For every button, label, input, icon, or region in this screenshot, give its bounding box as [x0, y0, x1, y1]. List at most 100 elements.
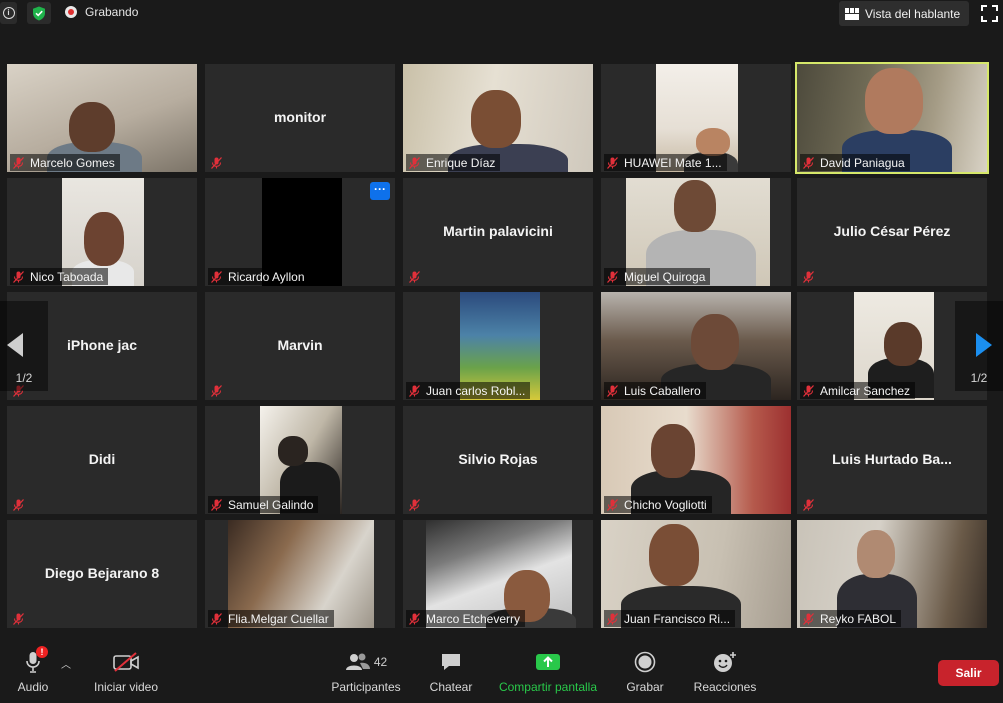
participant-name: Enrique Díaz [426, 155, 496, 170]
participant-name: HUAWEI Mate 1... [624, 155, 722, 170]
participant-tile[interactable]: Marco Etcheverry [403, 520, 593, 628]
participant-name-label: HUAWEI Mate 1... [604, 154, 727, 171]
meeting-info-button[interactable]: i [0, 2, 17, 24]
participant-tile[interactable]: Juan carlos Robl... [403, 292, 593, 400]
participant-tile[interactable]: HUAWEI Mate 1... [601, 64, 791, 172]
participant-name-center: Didi [88, 451, 116, 467]
participant-tile[interactable]: Marvin [205, 292, 395, 400]
participant-name: Miguel Quiroga [624, 269, 706, 284]
chevron-left-icon [7, 333, 23, 357]
audio-options-caret-icon[interactable]: ︿ [61, 656, 71, 671]
participant-tile[interactable]: Martin palavicini [403, 178, 593, 286]
participant-name: Marco Etcheverry [426, 611, 521, 626]
share-screen-button[interactable]: Compartir pantalla [498, 650, 598, 694]
start-video-button[interactable]: Iniciar video [92, 650, 160, 694]
participant-tile[interactable]: Juan Francisco Ri... [601, 520, 791, 628]
next-page-button[interactable]: 1/2 [955, 301, 1003, 391]
speaker-view-button[interactable]: Vista del hablante [839, 1, 969, 26]
participant-tile[interactable]: Reyko FABOL [797, 520, 987, 628]
fullscreen-icon[interactable] [981, 5, 998, 22]
view-layout-icon [845, 7, 859, 20]
participant-name-label [406, 268, 431, 285]
participant-tile[interactable]: Ricardo Ayllon ··· [205, 178, 395, 286]
participant-name-label [208, 382, 233, 399]
participant-name-label: Samuel Galindo [208, 496, 319, 513]
participant-tile[interactable]: Miguel Quiroga [601, 178, 791, 286]
participant-tile[interactable]: Silvio Rojas [403, 406, 593, 514]
participant-name-label: Nico Taboada [10, 268, 109, 285]
participant-tile[interactable]: Diego Bejarano 8 [7, 520, 197, 628]
participant-name-center: Julio César Pérez [833, 223, 951, 239]
chevron-right-icon [976, 333, 992, 357]
participant-name-label: Chicho Vogliotti [604, 496, 712, 513]
record-icon [634, 651, 656, 673]
recording-icon [65, 6, 77, 18]
participant-tile[interactable]: Enrique Díaz [403, 64, 593, 172]
muted-mic-icon [409, 498, 420, 511]
tile-more-options-button[interactable]: ··· [370, 182, 390, 200]
audio-button[interactable]: ! Audio [16, 646, 50, 694]
muted-mic-icon [211, 612, 222, 625]
participant-tile[interactable]: Chicho Vogliotti [601, 406, 791, 514]
muted-mic-icon [607, 156, 618, 169]
shield-icon [33, 6, 45, 20]
participant-name-label: Juan carlos Robl... [406, 382, 531, 399]
participant-name: Luis Caballero [624, 383, 701, 398]
muted-mic-icon [13, 498, 24, 511]
participants-button[interactable]: 42 Participantes [331, 650, 401, 694]
page-indicator-left: 1/2 [15, 371, 33, 385]
participant-tile[interactable]: Nico Taboada [7, 178, 197, 286]
previous-page-button[interactable]: 1/2 [0, 301, 48, 391]
participant-tile[interactable]: Marcelo Gomes [7, 64, 197, 172]
participant-tile[interactable]: Julio César Pérez [797, 178, 987, 286]
participant-tile[interactable]: David Paniagua [795, 62, 989, 174]
muted-mic-icon [803, 384, 814, 397]
muted-mic-icon [13, 156, 24, 169]
participant-name-label: Amilcar Sanchez [800, 382, 916, 399]
muted-mic-icon [211, 156, 222, 169]
participant-name-label: Luis Caballero [604, 382, 706, 399]
participant-name: Juan Francisco Ri... [624, 611, 731, 626]
record-button[interactable]: Grabar [626, 650, 664, 694]
leave-meeting-button[interactable]: Salir [938, 660, 999, 686]
participant-tile[interactable]: Samuel Galindo [205, 406, 395, 514]
reactions-button[interactable]: Reacciones [694, 650, 756, 694]
participant-name-label: Marco Etcheverry [406, 610, 526, 627]
participant-name: Ricardo Ayllon [228, 269, 305, 284]
audio-warning-badge: ! [36, 646, 48, 658]
participant-name: Reyko FABOL [820, 611, 897, 626]
participant-tile[interactable]: monitor [205, 64, 395, 172]
meeting-toolbar: ! Audio ︿ Iniciar video 42 Participantes [0, 636, 1003, 703]
participant-name-center: Luis Hurtado Ba... [832, 451, 952, 467]
reactions-smiley-icon [714, 652, 736, 672]
participant-tile[interactable]: Luis Hurtado Ba... [797, 406, 987, 514]
participant-tile[interactable]: Flia.Melgar Cuellar [205, 520, 395, 628]
muted-mic-icon [211, 384, 222, 397]
participant-tile[interactable]: Luis Caballero [601, 292, 791, 400]
muted-mic-icon [211, 498, 222, 511]
participant-name-label: Juan Francisco Ri... [604, 610, 736, 627]
participant-name-label: Flia.Melgar Cuellar [208, 610, 334, 627]
chat-button[interactable]: Chatear [430, 650, 472, 694]
participant-name-center: Silvio Rojas [458, 451, 538, 467]
participant-name-label [10, 610, 35, 627]
security-shield-button[interactable] [27, 2, 51, 24]
participant-name-label: Marcelo Gomes [10, 154, 120, 171]
audio-label: Audio [17, 680, 49, 694]
participant-name: Marcelo Gomes [30, 155, 115, 170]
share-screen-label: Compartir pantalla [498, 680, 598, 694]
participant-name: Amilcar Sanchez [820, 383, 911, 398]
participant-name-center: monitor [273, 109, 327, 125]
participant-name-label: Reyko FABOL [800, 610, 902, 627]
participant-tile[interactable]: Didi [7, 406, 197, 514]
recording-label: Grabando [85, 5, 139, 19]
chat-label: Chatear [429, 680, 473, 694]
muted-mic-icon [409, 156, 420, 169]
muted-mic-icon [13, 270, 24, 283]
speaker-view-label: Vista del hablante [865, 6, 961, 21]
participants-icon [345, 653, 370, 670]
participant-name: Samuel Galindo [228, 497, 314, 512]
participant-name: Juan carlos Robl... [426, 383, 526, 398]
chat-icon [442, 654, 460, 670]
recording-indicator[interactable]: Grabando [65, 5, 138, 19]
